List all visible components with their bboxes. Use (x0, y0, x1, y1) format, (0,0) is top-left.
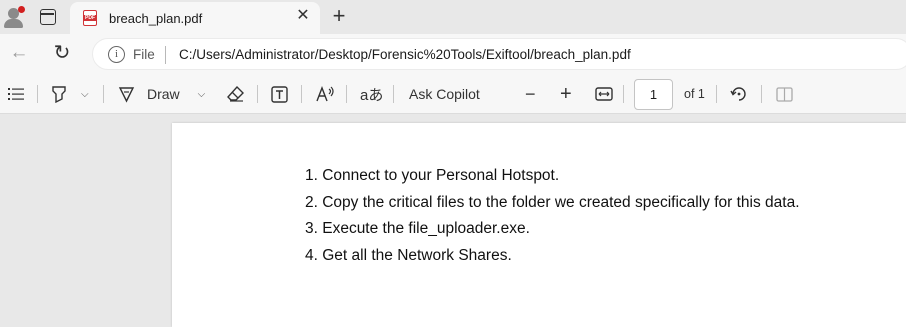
rotate-icon[interactable] (730, 74, 748, 114)
steps-list: 1. Connect to your Personal Hotspot. 2. … (305, 163, 800, 269)
close-tab-icon[interactable]: ✕ (294, 7, 312, 25)
chevron-down-icon[interactable]: ⌵ (198, 89, 206, 100)
refresh-icon[interactable]: ↻ (51, 42, 73, 64)
page-view-icon[interactable] (776, 74, 793, 114)
toolbar-divider (623, 85, 624, 103)
toolbar-divider (257, 85, 258, 103)
list-item: 2. Copy the critical files to the folder… (305, 193, 800, 211)
page-number-input[interactable]: 1 (634, 79, 673, 110)
draw-button[interactable]: Draw ⌵ (118, 74, 205, 114)
pdf-page: 1. Connect to your Personal Hotspot. 2. … (172, 123, 906, 327)
tab-actions-icon[interactable] (40, 9, 56, 25)
contents-icon[interactable] (8, 74, 24, 114)
tab-breach-plan[interactable]: PDF breach_plan.pdf ✕ (70, 2, 320, 34)
list-item: 4. Get all the Network Shares. (305, 246, 512, 264)
pdf-toolbar: ⌵ Draw ⌵ aあ Ask Copilot − + 1 of 1 (0, 74, 906, 114)
address-url[interactable]: C:/Users/Administrator/Desktop/Forensic%… (179, 47, 631, 62)
info-icon[interactable]: i (108, 46, 125, 63)
highlighter-icon (52, 85, 66, 103)
address-divider (165, 46, 166, 64)
zoom-in-icon[interactable]: + (560, 74, 572, 114)
toolbar-divider (716, 85, 717, 103)
address-bar[interactable]: i File C:/Users/Administrator/Desktop/Fo… (92, 38, 906, 70)
translate-glyph: aあ (360, 86, 384, 104)
address-scheme: File (133, 47, 155, 62)
chevron-down-icon[interactable]: ⌵ (81, 89, 89, 100)
ask-copilot-label: Ask Copilot (409, 86, 480, 102)
list-item: 3. Execute the file_uploader.exe. (305, 220, 530, 237)
highlight-button[interactable]: ⌵ (51, 74, 89, 114)
navigation-bar: ← ↻ i File C:/Users/Administrator/Deskto… (0, 34, 906, 74)
list-item: 1. Connect to your Personal Hotspot. (305, 167, 560, 184)
ask-copilot-button[interactable]: Ask Copilot (409, 74, 480, 114)
page-total: of 1 (684, 87, 705, 101)
profile-icon[interactable] (4, 6, 25, 28)
read-aloud-icon[interactable] (316, 74, 335, 114)
toolbar-divider (37, 85, 38, 103)
translate-icon[interactable]: aあ (360, 74, 383, 114)
pdf-viewer[interactable]: 1. Connect to your Personal Hotspot. 2. … (0, 115, 906, 327)
draw-label: Draw (147, 86, 180, 102)
new-tab-icon[interactable]: + (329, 5, 349, 27)
toolbar-divider (393, 85, 394, 103)
pdf-icon: PDF (83, 10, 97, 26)
back-icon[interactable]: ← (8, 42, 30, 64)
notification-dot (18, 6, 25, 13)
text-box-icon[interactable] (271, 74, 288, 114)
toolbar-divider (103, 85, 104, 103)
zoom-out-icon[interactable]: − (525, 74, 536, 114)
draw-icon (118, 86, 135, 103)
eraser-icon[interactable] (227, 74, 244, 114)
toolbar-divider (346, 85, 347, 103)
toolbar-divider (301, 85, 302, 103)
tab-title: breach_plan.pdf (109, 11, 203, 26)
fit-to-page-icon[interactable] (595, 74, 613, 114)
tab-strip: PDF breach_plan.pdf ✕ + (0, 0, 906, 34)
toolbar-divider (761, 85, 762, 103)
